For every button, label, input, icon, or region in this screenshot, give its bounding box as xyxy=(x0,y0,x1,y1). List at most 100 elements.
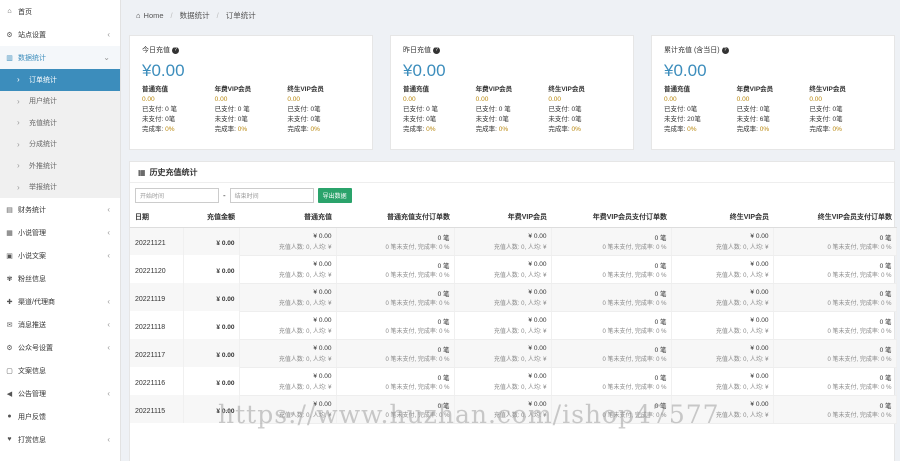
yearly-orders-detail: 0 笔未支付, 完成率: 0 % xyxy=(551,269,672,284)
life-detail: 充值人数: 0, 人均: ¥ xyxy=(671,381,774,396)
rate-value: 0% xyxy=(237,126,248,133)
normal-cell: ¥ 0.00 xyxy=(239,255,337,270)
sidebar-item[interactable]: ✚ 渠道/代理商 ‹ xyxy=(0,290,120,313)
sidebar-item[interactable]: ⌂ 首页 xyxy=(0,0,120,23)
sidebar-item[interactable]: ▥ 数据统计 ⌄ xyxy=(0,46,120,69)
chevron-icon: ‹ xyxy=(107,297,110,306)
sidebar-subitem[interactable]: › 分成统计 xyxy=(0,134,120,156)
stat-col-paid: 已支付: 0 笔 xyxy=(403,106,439,113)
yearly-orders-detail: 0 笔未支付, 完成率: 0 % xyxy=(551,241,672,256)
yearly-detail: 充值人数: 0, 人均: ¥ xyxy=(454,269,552,284)
sidebar-subitem-label: 外推统计 xyxy=(29,162,57,170)
table-row: 20221117 ¥ 0.00 ¥ 0.00 0 笔 ¥ 0.00 0 笔 ¥ 0.00 0 … xyxy=(130,339,897,367)
stat-col-rate: 完成率: 0% xyxy=(476,125,549,135)
help-icon[interactable]: ? xyxy=(172,46,179,54)
export-button[interactable]: 导出数据 xyxy=(317,188,352,203)
chevron-right-icon: › xyxy=(17,161,20,171)
total-cell: ¥ 0.00 xyxy=(183,255,240,283)
total-cell: ¥ 0.00 xyxy=(183,339,240,367)
sidebar-item[interactable]: ● 用户反馈 xyxy=(0,405,120,428)
life-cell: ¥ 0.00 xyxy=(671,311,774,326)
yearly-detail: 充值人数: 0, 人均: ¥ xyxy=(454,325,552,340)
stat-column: 普通充值 0.00 已支付: 0 笔未支付: 0笔 完成率: 0% xyxy=(142,85,215,135)
stat-col-paid: 已支付: 0 笔 xyxy=(214,106,250,113)
sidebar-item-label: 打赏信息 xyxy=(18,436,46,444)
rate-label: 完成率: xyxy=(736,126,758,133)
chevron-right-icon: › xyxy=(17,96,20,106)
tag-icon: ♥ xyxy=(7,436,12,443)
breadcrumb-level1[interactable]: 数据统计 xyxy=(180,10,210,21)
rate-value: 0% xyxy=(498,126,509,133)
date-cell: 20221116 xyxy=(130,367,184,395)
normal-detail: 充值人数: 0, 人均: ¥ xyxy=(239,409,337,424)
sidebar-subitem[interactable]: › 订单统计 xyxy=(0,69,120,91)
table-row-detail: 充值人数: 0, 人均: ¥0 笔未支付, 完成率: 0 % 充值人数: 0, 人… xyxy=(130,353,897,368)
sidebar-item[interactable]: ✉ 消息推送 ‹ xyxy=(0,313,120,336)
breadcrumb-level2: 订单统计 xyxy=(225,10,256,20)
fans-icon: ✾ xyxy=(6,275,13,283)
sidebar-item[interactable]: ▣ 小说文案 ‹ xyxy=(0,244,120,267)
sidebar-subitem[interactable]: › 外推统计 xyxy=(0,155,120,177)
stat-col-rate: 完成率: 0% xyxy=(215,125,288,135)
normal-orders-detail: 0 笔未支付, 完成率: 0 % xyxy=(336,241,455,256)
sidebar-subitem[interactable]: › 用户统计 xyxy=(0,91,120,113)
sidebar-item[interactable]: ⚙ 站点设置 ‹ xyxy=(0,23,120,46)
yearly-cell: ¥ 0.00 xyxy=(454,367,552,382)
chevron-right-icon: › xyxy=(17,118,20,128)
megaphone-icon: ◀ xyxy=(6,390,13,398)
life-orders-detail: 0 笔未支付, 完成率: 0 % xyxy=(773,325,897,340)
sidebar-subitem-label: 举报统计 xyxy=(29,184,57,192)
normal-orders-cell: 0 笔 xyxy=(336,395,455,410)
stat-col-value: 0.00 xyxy=(809,96,822,103)
sidebar-subitem[interactable]: › 举报统计 xyxy=(0,177,120,199)
sidebar-item-label: 公众号设置 xyxy=(18,344,53,352)
stat-col-head: 普通充值 xyxy=(142,86,168,93)
stat-title: 昨日充值? xyxy=(403,45,621,55)
stat-col-paid: 已支付: 0笔 xyxy=(809,106,843,113)
stat-card: 昨日充值? ¥0.00 普通充值 0.00 已支付: 0 笔未支付: 0笔 完成率: 0%… xyxy=(390,35,634,150)
sidebar-item[interactable]: ◀ 公告管理 ‹ xyxy=(0,382,120,405)
yearly-orders-detail: 0 笔未支付, 完成率: 0 % xyxy=(551,381,672,396)
life-orders-cell: 0 笔 xyxy=(773,395,897,410)
sidebar-item[interactable]: ✾ 粉丝信息 xyxy=(0,267,120,290)
end-date-input[interactable]: 结束时间 xyxy=(229,188,314,203)
rate-value: 0% xyxy=(759,126,770,133)
life-detail: 充值人数: 0, 人均: ¥ xyxy=(671,325,774,340)
chevron-icon: ‹ xyxy=(107,343,110,352)
sidebar-item[interactable]: ♥ 打赏信息 ‹ xyxy=(0,428,120,451)
life-orders-cell: 0 笔 xyxy=(773,311,897,326)
normal-cell: ¥ 0.00 xyxy=(239,283,337,298)
file-icon: ▢ xyxy=(6,367,13,375)
stat-col-paid: 已支付: 0笔 xyxy=(736,106,770,113)
yearly-cell: ¥ 0.00 xyxy=(454,255,552,270)
yearly-orders-cell: 0 笔 xyxy=(551,339,672,354)
column-header: 充值金额 xyxy=(183,208,239,228)
yearly-detail: 充值人数: 0, 人均: ¥ xyxy=(454,409,552,424)
breadcrumb-home[interactable]: Home xyxy=(144,11,164,20)
life-orders-detail: 0 笔未支付, 完成率: 0 % xyxy=(773,353,897,368)
breadcrumb: ⌂ Home / 数据统计 / 订单统计 xyxy=(122,0,900,30)
life-orders-cell: 0 笔 xyxy=(773,255,897,270)
stat-title: 累计充值 (含当日)? xyxy=(664,45,882,55)
total-cell: ¥ 0.00 xyxy=(183,311,240,339)
yearly-cell: ¥ 0.00 xyxy=(454,283,552,298)
yearly-detail: 充值人数: 0, 人均: ¥ xyxy=(454,353,552,368)
normal-cell: ¥ 0.00 xyxy=(239,311,337,326)
sidebar-item[interactable]: ⚙ 公众号设置 ‹ xyxy=(0,336,120,359)
sidebar-item[interactable]: ▤ 财务统计 ‹ xyxy=(0,198,120,221)
help-icon[interactable]: ? xyxy=(721,46,729,54)
stat-cards: 今日充值? ¥0.00 普通充值 0.00 已支付: 0 笔未支付: 0笔 完成率: 0%… xyxy=(129,35,895,150)
finance-icon: ▤ xyxy=(6,206,13,214)
start-date-input[interactable]: 开始时间 xyxy=(135,188,219,203)
table-row: 20221118 ¥ 0.00 ¥ 0.00 0 笔 ¥ 0.00 0 笔 ¥ 0.00 0 … xyxy=(130,311,897,339)
stat-col-unpaid: 未支付: 0笔 xyxy=(475,116,509,123)
sidebar-item-label: 站点设置 xyxy=(18,31,46,39)
sidebar-subitem[interactable]: › 充值统计 xyxy=(0,112,120,134)
normal-detail: 充值人数: 0, 人均: ¥ xyxy=(239,241,337,256)
help-icon[interactable]: ? xyxy=(433,46,440,54)
stat-amount: ¥0.00 xyxy=(403,61,446,80)
sidebar-item[interactable]: ▦ 小说管理 ‹ xyxy=(0,221,120,244)
sidebar-item[interactable]: ▢ 文案信息 xyxy=(0,359,120,382)
column-header: 年费VIP会员支付订单数 xyxy=(551,208,671,228)
date-cell: 20221121 xyxy=(130,227,184,255)
